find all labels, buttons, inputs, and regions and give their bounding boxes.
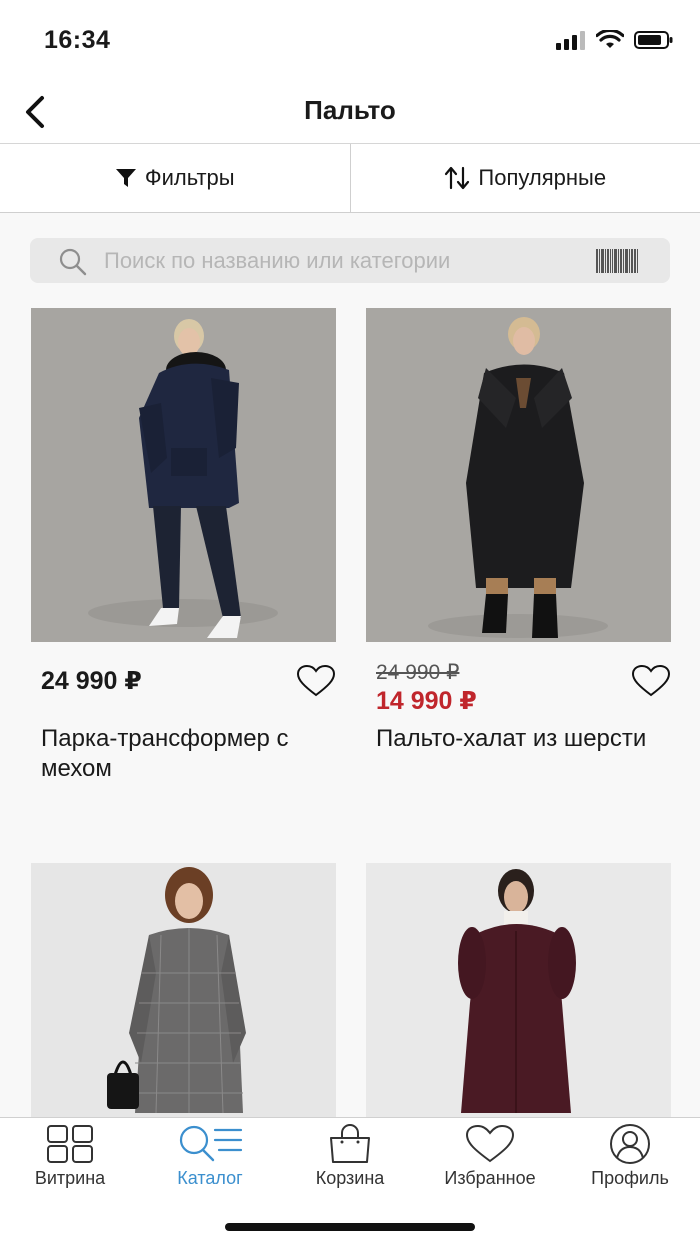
- grid-icon: [47, 1125, 93, 1163]
- funnel-icon: [115, 169, 136, 187]
- product-name: Парка-трансформер с мехом: [41, 725, 289, 782]
- product-card[interactable]: [366, 863, 671, 1117]
- search-icon: [59, 248, 87, 276]
- filters-button[interactable]: Фильтры: [0, 144, 350, 212]
- sort-button[interactable]: Популярные: [349, 144, 700, 212]
- heart-icon: [631, 664, 671, 697]
- favorite-button[interactable]: [296, 664, 336, 700]
- home-indicator: [225, 1223, 475, 1231]
- product-image: [366, 863, 671, 1117]
- filter-bar: Фильтры Популярные: [0, 144, 700, 213]
- tab-label: Каталог: [177, 1168, 243, 1188]
- wifi-icon: [596, 30, 624, 48]
- product-image: [366, 308, 671, 642]
- search-bar: [30, 238, 670, 283]
- product-price: 24 990 ₽: [41, 667, 142, 695]
- status-bar: 16:34: [0, 0, 700, 80]
- tab-favorites[interactable]: Избранное: [420, 1118, 560, 1198]
- tab-label: Витрина: [34, 1168, 106, 1188]
- signal-icon: [556, 31, 585, 50]
- filters-label: Фильтры: [144, 165, 235, 190]
- product-old-price: 24 990 ₽: [376, 661, 460, 684]
- heart-icon: [296, 664, 336, 697]
- product-image: [31, 863, 336, 1117]
- tab-label: Избранное: [444, 1168, 536, 1188]
- status-time: 16:34: [44, 26, 111, 54]
- product-card[interactable]: 24 990 ₽ 14 990 ₽ Пальто-халат из шерсти: [366, 308, 671, 818]
- sort-label: Популярные: [478, 165, 607, 190]
- page-title: Пальто: [304, 95, 396, 125]
- favorite-button[interactable]: [631, 664, 671, 700]
- bag-icon: [330, 1124, 370, 1163]
- tab-cart[interactable]: Корзина: [280, 1118, 420, 1198]
- catalog-search-icon: [179, 1125, 243, 1162]
- profile-icon: [610, 1124, 650, 1164]
- tab-profile[interactable]: Профиль: [560, 1118, 700, 1198]
- tab-label: Корзина: [315, 1168, 385, 1188]
- heart-icon: [465, 1124, 515, 1163]
- nav-bar: Пальто: [0, 80, 700, 144]
- product-sale-price: 14 990 ₽: [376, 687, 477, 715]
- sort-icon: [445, 166, 470, 190]
- battery-icon: [634, 31, 673, 49]
- tab-label: Профиль: [591, 1168, 669, 1188]
- product-card[interactable]: 24 990 ₽ Парка-трансформер с мехом: [31, 308, 336, 818]
- product-card[interactable]: [31, 863, 336, 1117]
- tab-catalog[interactable]: Каталог: [140, 1118, 280, 1198]
- status-icons: [556, 30, 674, 50]
- barcode-icon[interactable]: [596, 249, 638, 273]
- tab-vitrina[interactable]: Витрина: [0, 1118, 140, 1198]
- search-input[interactable]: [104, 238, 584, 283]
- product-name: Пальто-халат из шерсти: [376, 725, 647, 752]
- product-image: [31, 308, 336, 642]
